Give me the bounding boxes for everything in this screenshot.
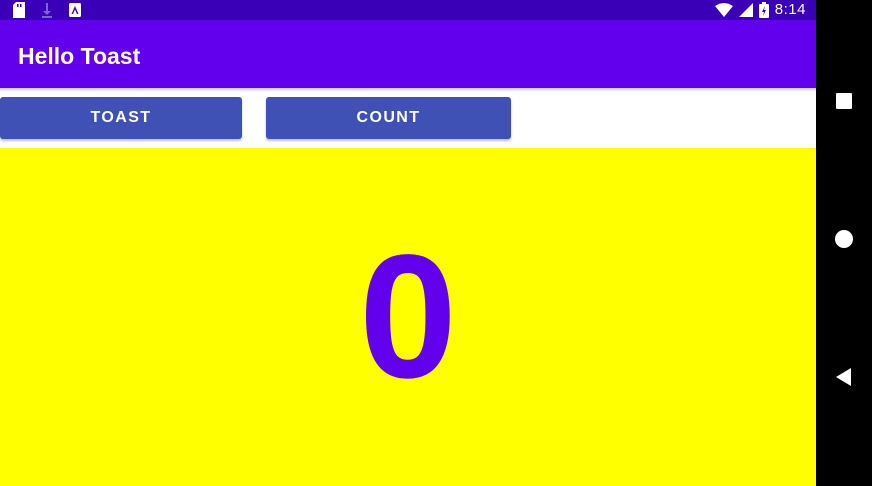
back-triangle-icon xyxy=(836,368,851,386)
sd-card-icon xyxy=(13,2,25,18)
recents-square-icon xyxy=(836,93,852,109)
home-circle-icon xyxy=(835,230,853,248)
battery-icon xyxy=(758,2,769,18)
navigation-bar xyxy=(816,0,872,486)
count-button[interactable]: COUNT xyxy=(266,97,511,139)
back-button[interactable] xyxy=(816,349,872,405)
accessibility-icon xyxy=(69,3,81,17)
toast-button[interactable]: TOAST xyxy=(0,97,242,139)
recents-button[interactable] xyxy=(816,73,872,129)
app-title: Hello Toast xyxy=(18,43,141,69)
cell-signal-icon xyxy=(738,3,753,17)
home-button[interactable] xyxy=(816,211,872,267)
wifi-icon xyxy=(714,3,733,17)
count-panel: 0 xyxy=(0,148,816,486)
app-bar-shadow xyxy=(0,88,816,92)
app-bar: Hello Toast xyxy=(0,20,816,88)
status-left-icons xyxy=(12,2,82,18)
status-time: 8:14 xyxy=(774,1,806,18)
count-value: 0 xyxy=(359,219,457,415)
download-icon xyxy=(42,3,52,18)
status-right-icons: 8:14 xyxy=(714,1,806,19)
status-bar: 8:14 xyxy=(0,0,816,20)
